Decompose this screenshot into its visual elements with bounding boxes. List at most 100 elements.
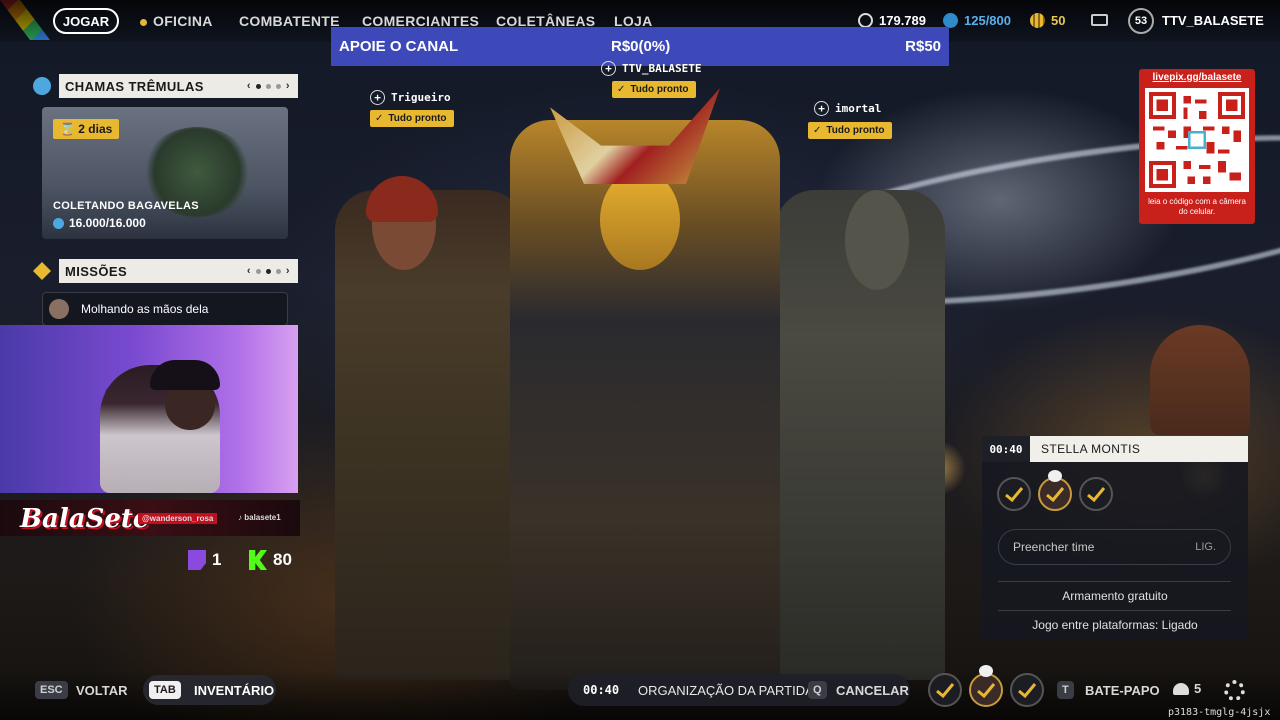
check-icon (1018, 683, 1037, 699)
cod-points-icon (858, 13, 873, 28)
missions-panel-title: MISSÕES (65, 263, 128, 279)
nav-item-combatente[interactable]: COMBATENTE (239, 13, 340, 29)
time-remaining-badge: ⌛ 2 dias (53, 119, 120, 139)
nav-item-oficina[interactable]: OFICINA (140, 13, 213, 29)
divider (998, 610, 1231, 611)
chevron-right-icon[interactable]: › (286, 80, 290, 92)
add-friend-icon[interactable]: + (814, 101, 829, 116)
player-name: TTV_BALASETE (622, 62, 702, 75)
missions-panel-header: MISSÕES ‹ › (33, 259, 298, 283)
currency-battle-pass[interactable]: 125/800 (943, 13, 1011, 28)
lobby-code: p3183-tmglg-4jsjx (1168, 707, 1271, 718)
check-icon (1005, 487, 1024, 503)
mission-label: Molhando as mãos dela (81, 302, 209, 316)
option-crossplay[interactable]: Jogo entre plataformas: Ligado (982, 618, 1248, 632)
fill-team-state: LIG. (1195, 541, 1216, 553)
currency-value: 125/800 (964, 13, 1011, 28)
event-pager[interactable]: ‹ › (247, 80, 290, 92)
ready-label: Tudo pronto (630, 84, 689, 95)
donation-goal: R$50 (905, 38, 941, 55)
time-remaining-label: 2 dias (78, 122, 113, 136)
brand-logo: BalaSete (20, 504, 150, 534)
chevron-left-icon[interactable]: ‹ (247, 265, 251, 277)
ready-label: Tudo pronto (388, 113, 447, 124)
matchmaking-status: ORGANIZAÇÃO DA PARTIDA (638, 683, 814, 698)
ready-label: Tudo pronto (826, 125, 885, 136)
settings-gear-icon[interactable] (1224, 680, 1245, 701)
people-icon (1173, 682, 1189, 695)
player-tag-imortal[interactable]: + imortal (814, 101, 881, 116)
matchmaking-timer: 00:40 (583, 683, 620, 697)
chevron-right-icon[interactable]: › (286, 265, 290, 277)
event-panel-title: CHAMAS TRÊMULAS (65, 78, 204, 94)
party-member-ready[interactable] (1079, 477, 1113, 511)
party-leader-ready[interactable] (969, 673, 1003, 707)
player-username[interactable]: TTV_BALASETE (1162, 13, 1264, 28)
fill-team-toggle[interactable]: Preencher time LIG. (998, 529, 1231, 565)
q-key-hint: Q (808, 681, 827, 699)
add-friend-icon[interactable]: + (601, 61, 616, 76)
twitch-viewers: 1 (188, 548, 221, 572)
event-task: COLETANDO BAGAVELAS (53, 200, 199, 212)
party-member-ready[interactable] (1010, 673, 1044, 707)
currency-value: 179.789 (879, 13, 926, 28)
chevron-left-icon[interactable]: ‹ (247, 80, 251, 92)
donation-current: R$0(0%) (611, 38, 671, 55)
event-card[interactable]: ⌛ 2 dias COLETANDO BAGAVELAS 16.000/16.0… (42, 107, 288, 239)
token-icon (1030, 13, 1045, 28)
player-name: imortal (835, 102, 882, 115)
missions-pager[interactable]: ‹ › (247, 265, 290, 277)
party-count: 5 (1194, 681, 1202, 696)
qr-code-image (1145, 88, 1249, 192)
instagram-handle-text: @wanderson_rosa (142, 514, 214, 523)
ready-badge: ✓ Tudo pronto (808, 122, 892, 139)
back-button[interactable]: VOLTAR (76, 683, 128, 698)
player-name: Trigueiro (391, 91, 451, 104)
gear-icon (53, 217, 64, 229)
t-key-hint: T (1057, 681, 1074, 699)
chat-button[interactable]: BATE-PAPO (1085, 683, 1160, 698)
player-tag-ttv-balasete[interactable]: + TTV_BALASETE (601, 61, 701, 76)
party-button[interactable]: 5 (1173, 681, 1201, 696)
notification-dot-icon (140, 18, 147, 26)
qr-caption: leia o código com a câmera do celular. (1148, 197, 1246, 216)
party-member-ready[interactable] (928, 673, 962, 707)
twitch-count: 1 (212, 550, 222, 569)
nav-label: OFICINA (153, 13, 213, 29)
cancel-button[interactable]: CANCELAR (836, 683, 909, 698)
mail-icon[interactable] (1091, 14, 1108, 26)
instagram-handle: @wanderson_rosa (138, 513, 218, 524)
play-button[interactable]: JOGAR (53, 8, 119, 34)
missions-icon (33, 262, 51, 280)
mission-item[interactable]: Molhando as mãos dela (42, 292, 288, 326)
add-friend-icon[interactable]: + (370, 90, 385, 105)
party-leader-ready[interactable] (1038, 477, 1072, 511)
check-icon (977, 683, 996, 699)
check-icon (1046, 487, 1065, 503)
currency-tokens[interactable]: 50 (1030, 13, 1065, 28)
tiktok-handle-text: balasete1 (244, 513, 281, 522)
stream-brand-bar: BalaSete @wanderson_rosa ♪ balasete1 (0, 500, 300, 536)
check-icon (936, 683, 955, 699)
twitch-icon (188, 550, 206, 570)
inventory-label: INVENTÁRIO (194, 683, 275, 698)
kick-count: 80 (273, 550, 292, 569)
hourglass-icon: ⌛ (60, 122, 75, 136)
fill-team-label: Preencher time (1013, 540, 1095, 554)
party-member-ready[interactable] (997, 477, 1031, 511)
qr-url: livepix.gg/balasete (1152, 72, 1242, 83)
player-level-badge[interactable]: 53 (1128, 8, 1154, 34)
mission-avatar (49, 299, 69, 319)
kick-viewers: 80 (249, 548, 292, 572)
webcam-overlay (0, 325, 298, 493)
lobby-header: 00:40 STELLA MONTIS (982, 436, 1248, 462)
qr-code-icon (1149, 92, 1245, 188)
streamer-cap (150, 360, 220, 390)
currency-cod-points[interactable]: 179.789 (858, 13, 926, 28)
option-free-loadout[interactable]: Armamento gratuito (982, 589, 1248, 603)
operator-trigueiro-hair (366, 176, 438, 222)
donation-label: APOIE O CANAL (339, 38, 459, 55)
player-tag-trigueiro[interactable]: + Trigueiro (370, 90, 451, 105)
operator-imortal-head (845, 190, 909, 290)
check-icon: ✓ (375, 113, 384, 124)
